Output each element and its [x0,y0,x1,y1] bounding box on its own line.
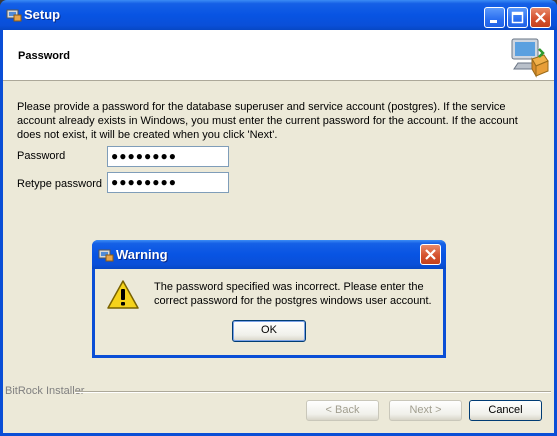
dialog-message: The password specified was incorrect. Pl… [154,281,432,307]
footer-divider [75,391,551,393]
back-button[interactable]: < Back [306,400,379,421]
retype-password-input[interactable]: ●●●●●●●● [107,172,229,193]
window-title: Setup [24,7,61,22]
warning-icon [107,280,139,309]
setup-app-icon [6,9,22,22]
setup-window: Setup Password Please provide a password… [0,0,557,436]
page-title: Password [18,50,70,62]
next-button[interactable]: Next > [389,400,462,421]
close-icon [535,12,546,23]
ok-button[interactable]: OK [232,320,306,342]
minimize-icon [490,20,497,23]
maximize-button[interactable] [507,7,528,28]
dialog-title-bar[interactable]: Warning [92,240,446,269]
computer-install-icon [511,38,549,78]
maximize-icon [511,11,524,24]
installer-brand-label: BitRock Installer [5,385,85,397]
close-button[interactable] [530,7,551,28]
cancel-button[interactable]: Cancel [469,400,542,421]
dialog-title: Warning [116,247,168,262]
dialog-close-button[interactable] [420,244,441,265]
close-icon [425,249,436,260]
dialog-client-area: The password specified was incorrect. Pl… [95,269,443,355]
window-client-area: Password Please provide a password for t… [3,30,554,433]
wizard-header: Password [3,30,554,81]
title-bar[interactable]: Setup [0,0,557,30]
warning-dialog: Warning The password specified was incor… [92,240,446,358]
password-label: Password [17,150,66,162]
minimize-button[interactable] [484,7,505,28]
password-input[interactable]: ●●●●●●●● [107,146,229,167]
setup-app-icon [98,249,114,262]
description-text: Please provide a password for the databa… [17,101,518,141]
retype-password-label: Retype password [17,178,102,190]
